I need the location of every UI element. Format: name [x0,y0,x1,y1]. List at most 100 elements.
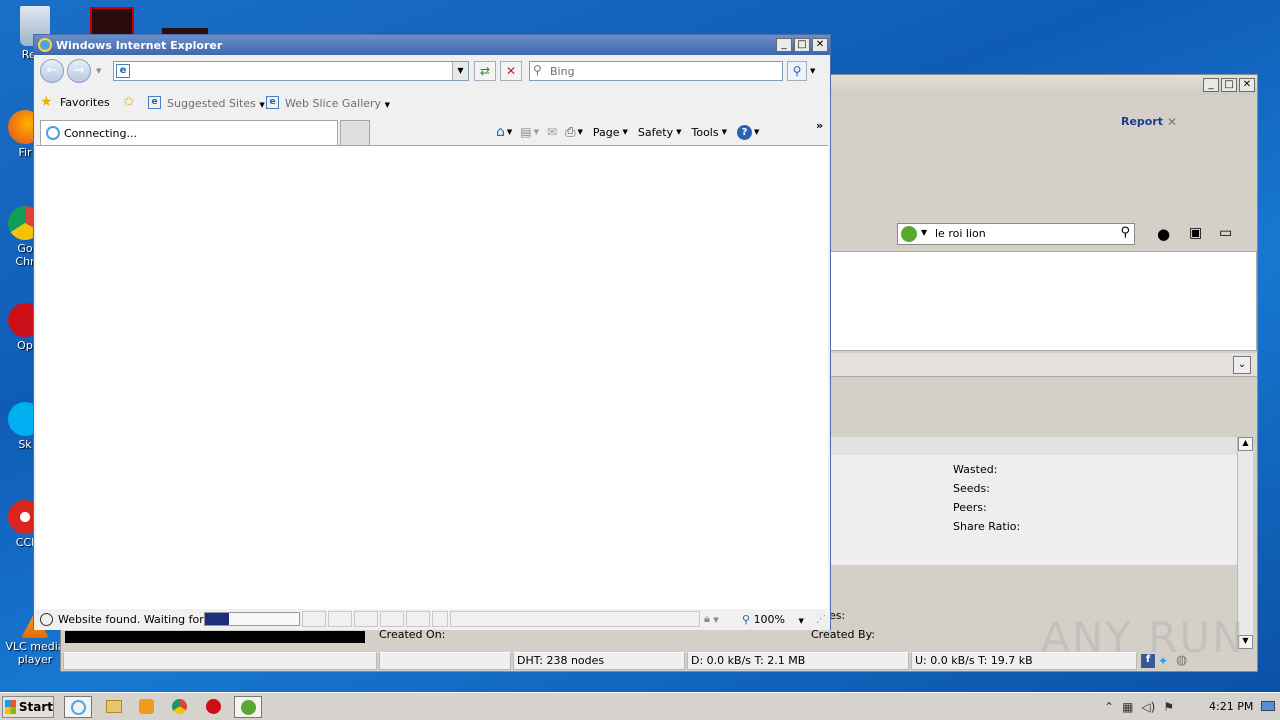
refresh-button[interactable]: ⇄ [474,61,496,81]
page-menu-label: Page [592,125,620,139]
report-link[interactable]: Report [1121,115,1163,128]
network-icon[interactable]: ▦ [1122,700,1133,714]
safety-menu[interactable]: Safety ▼ [638,126,682,139]
close-button[interactable]: ✕ [812,38,828,52]
show-desktop-button[interactable] [1260,697,1276,717]
feeds-icon[interactable]: ▤ [520,125,531,139]
status-text: Website found. Waiting for re [58,613,219,626]
web-slice-label: Web Slice Gallery [285,97,382,110]
home-icon[interactable]: ⌂ [496,124,505,140]
address-bar[interactable]: e ▼ [113,61,469,81]
zoom-control[interactable]: ⚲ 100% ▼ [742,613,804,626]
print-icon[interactable]: ⎙ [565,125,575,140]
desktop-icon-label: Sk [18,438,32,451]
taskbar-media-button[interactable] [133,696,161,718]
stop-button[interactable]: ✕ [500,61,522,81]
media-player-icon [139,699,154,714]
windows-logo-icon [5,700,16,714]
add-favorites-icon[interactable]: ✩ [123,94,135,110]
maximize-button[interactable]: □ [794,38,810,52]
web-slice-icon: e [266,96,279,109]
web-slice-gallery-link[interactable]: Web Slice Gallery ▼ [285,97,390,110]
tab-label: Connecting... [64,127,137,140]
forward-button[interactable]: → [67,59,91,83]
new-tab-button[interactable] [340,120,370,146]
utorrent-search-box[interactable]: ▼ le roi lion ⚲ [897,223,1135,245]
upload-status: U: 0.0 kB/s T: 19.7 kB [911,652,1137,670]
history-dropdown-icon[interactable]: ▼ [96,67,101,75]
status-cell [406,611,430,627]
volume-icon[interactable]: ◁) [1141,700,1155,714]
status-cell [380,611,404,627]
chat-icon[interactable]: ▣ [1189,225,1202,241]
taskbar: Start ⌃ ▦ ◁) ⚑ 4:21 PM [0,692,1280,720]
resize-grip-icon[interactable]: ⋰ [816,614,826,625]
action-center-flag-icon[interactable]: ⚑ [1163,700,1174,714]
maximize-button[interactable]: □ [1221,78,1237,92]
command-bar: ⌂ ▼ ▤ ▼ ✉ ⎙ ▼ Page ▼ Safety ▼ Tools ▼ ? ▼ [496,124,760,140]
lightbulb-icon[interactable]: ● [1157,225,1170,243]
progress-bar [204,612,300,626]
taskbar-ie-button[interactable] [64,696,92,718]
ie-statusbar: Website found. Waiting for re 🔒︎ ▼ ⚲ 100… [34,610,830,630]
close-button[interactable]: ✕ [1239,78,1255,92]
ie-icon [71,700,86,715]
ie-window-title: Windows Internet Explorer [56,38,223,52]
taskbar-utorrent-button[interactable] [234,696,262,718]
monitor-icon[interactable]: ▭ [1219,225,1232,241]
ie-logo-icon [38,38,52,52]
desktop-icon-label: Fir [18,146,32,159]
mail-icon[interactable]: ✉ [547,125,557,139]
utorrent-search-input[interactable]: le roi lion [935,227,986,240]
suggested-sites-label: Suggested Sites [167,97,256,110]
show-hidden-icons-icon[interactable]: ⌃ [1104,700,1114,714]
search-placeholder: Bing [550,65,575,78]
pdf-app-icon[interactable] [90,7,134,37]
page-menu[interactable]: Page ▼ [593,126,628,139]
page-content[interactable] [36,145,828,609]
tools-menu-label: Tools [691,125,719,139]
favorites-button[interactable]: Favorites [60,96,110,109]
zoom-level: 100% [753,613,786,626]
loading-icon [46,126,60,140]
report-close-icon[interactable]: ✕ [1167,115,1177,129]
scroll-up-button[interactable]: ▲ [1238,437,1253,451]
start-button[interactable]: Start [2,696,54,718]
search-icon[interactable]: ⚲ [1120,225,1130,240]
zoom-icon: ⚲ [742,613,751,626]
tab-connecting[interactable]: Connecting... [40,120,338,146]
search-go-button[interactable]: ⚲ [787,61,807,81]
search-options-icon[interactable]: ▼ [810,67,815,75]
protected-mode-icon[interactable]: 🔒︎ ▼ [704,612,719,626]
favorites-star-icon: ★ [40,94,53,110]
torrent-list-area[interactable] [829,251,1257,351]
vlc-black-strip [65,631,365,643]
download-status: D: 0.0 kB/s T: 2.1 MB [687,652,909,670]
globe-icon[interactable]: ◍ [1176,653,1187,668]
chevron-more-icon[interactable]: » [816,119,823,132]
facebook-icon[interactable]: f [1141,654,1155,668]
taskbar-explorer-button[interactable] [100,696,128,718]
minimize-button[interactable]: _ [776,38,792,52]
taskbar-chrome-button[interactable] [166,696,194,718]
desktop-icon-label: CCl [15,536,35,549]
taskbar-opera-button[interactable] [200,696,228,718]
bing-search-box[interactable]: ⚲ Bing [529,61,783,81]
chrome-icon [172,699,187,714]
collapse-button[interactable]: ⌄ [1233,356,1251,374]
status-cell [302,611,326,627]
seeds-label: Seeds: [953,482,990,495]
twitter-icon[interactable]: ✦ [1158,654,1168,668]
status-cell [354,611,378,627]
help-icon[interactable]: ? [736,124,752,140]
back-button[interactable]: ← [40,59,64,83]
utorrent-window-controls: _ □ ✕ [1201,78,1255,92]
tools-menu[interactable]: Tools ▼ [691,126,727,139]
chevron-down-icon[interactable]: ▼ [921,228,927,237]
address-dropdown-icon[interactable]: ▼ [452,62,468,80]
opera-icon [206,699,221,714]
minimize-button[interactable]: _ [1203,78,1219,92]
safety-menu-label: Safety [637,125,674,139]
clock[interactable]: 4:21 PM [1209,700,1253,713]
suggested-sites-link[interactable]: Suggested Sites ▼ [167,97,265,110]
